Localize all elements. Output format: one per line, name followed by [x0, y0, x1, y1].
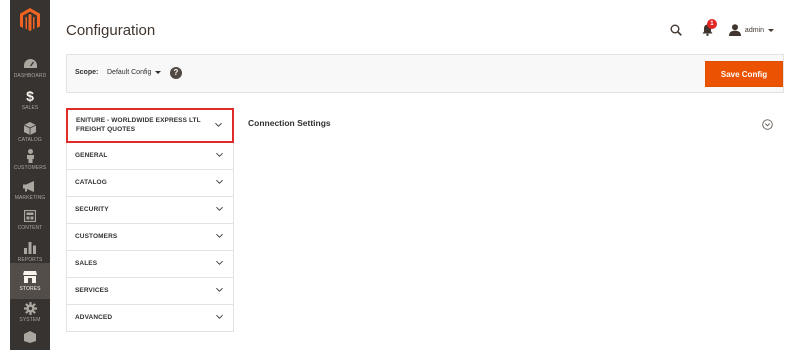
- section-title-connection-settings[interactable]: Connection Settings: [248, 118, 331, 128]
- help-icon[interactable]: ?: [170, 67, 182, 79]
- chevron-down-icon: [216, 179, 223, 184]
- tab-catalog[interactable]: CATALOG: [66, 170, 234, 197]
- speedometer-icon: [23, 57, 37, 71]
- chevron-down-icon: [216, 233, 223, 238]
- notification-badge: 1: [706, 19, 717, 29]
- tab-customers[interactable]: CUSTOMERS: [66, 224, 234, 251]
- tab-advanced[interactable]: ADVANCED: [66, 305, 234, 332]
- chevron-down-icon: [216, 287, 223, 292]
- notifications-button[interactable]: 1: [701, 19, 717, 37]
- nav-label-content: CONTENT: [17, 225, 43, 231]
- tab-services[interactable]: SERVICES: [66, 278, 234, 305]
- magento-logo[interactable]: [10, 0, 50, 40]
- tab-label: SECURITY: [75, 205, 109, 213]
- user-icon: [728, 24, 741, 36]
- tab-label: ADVANCED: [75, 313, 113, 321]
- nav-label-marketing: MARKETING: [14, 195, 46, 201]
- chevron-down-icon: [216, 206, 223, 211]
- megaphone-icon: [23, 179, 37, 193]
- nav-item-content[interactable]: CONTENT: [10, 202, 50, 238]
- search-icon[interactable]: [669, 23, 683, 37]
- header-actions: 1 admin: [669, 19, 774, 39]
- chevron-down-icon: [215, 122, 222, 127]
- store-icon: [23, 270, 37, 284]
- nav-label-system: SYSTEM: [19, 317, 41, 323]
- nav-item-partial[interactable]: [10, 326, 50, 350]
- tab-general[interactable]: GENERAL: [66, 143, 234, 170]
- nav-item-sales[interactable]: $ SALES: [10, 82, 50, 118]
- save-config-button[interactable]: Save Config: [705, 61, 783, 87]
- tab-sales[interactable]: SALES: [66, 251, 234, 278]
- nav-label-stores: STORES: [19, 286, 41, 292]
- bar-chart-icon: [23, 241, 37, 255]
- nav-item-dashboard[interactable]: DASHBOARD: [10, 50, 50, 86]
- scope-label: Scope:: [75, 69, 99, 76]
- nav-label-sales: SALES: [21, 105, 39, 111]
- tab-eniture-worldwide-express[interactable]: ENITURE - WORLDWIDE EXPRESS LTL FREIGHT …: [66, 108, 234, 143]
- user-name: admin: [744, 26, 764, 34]
- gear-icon: [23, 301, 37, 315]
- nav-label-dashboard: DASHBOARD: [13, 73, 47, 79]
- cube-icon: [23, 121, 37, 135]
- user-menu[interactable]: admin: [728, 24, 774, 36]
- config-tabs: ENITURE - WORLDWIDE EXPRESS LTL FREIGHT …: [66, 108, 234, 332]
- tab-security[interactable]: SECURITY: [66, 197, 234, 224]
- scope-value: Default Config: [107, 69, 152, 76]
- svg-text:$: $: [26, 89, 34, 103]
- chevron-down-icon: [216, 260, 223, 265]
- nav-item-system[interactable]: SYSTEM: [10, 294, 50, 330]
- box-icon: [23, 330, 37, 344]
- tab-label: SALES: [75, 259, 98, 267]
- caret-down-icon: [155, 71, 162, 74]
- tab-label: CATALOG: [75, 178, 107, 186]
- tab-label: CUSTOMERS: [75, 232, 118, 240]
- tab-label: ENITURE - WORLDWIDE EXPRESS LTL FREIGHT …: [76, 116, 201, 133]
- scope-bar: Scope: Default Config ? Save Config: [66, 54, 784, 93]
- dollar-icon: $: [23, 89, 37, 103]
- person-icon: [23, 149, 37, 163]
- nav-label-customers: CUSTOMERS: [13, 165, 47, 171]
- scope-switcher[interactable]: Default Config: [107, 69, 162, 76]
- tab-label: GENERAL: [75, 151, 108, 159]
- chevron-down-icon: [216, 314, 223, 319]
- tab-label: SERVICES: [75, 286, 109, 294]
- expand-section-icon[interactable]: [762, 119, 773, 130]
- layout-icon: [23, 209, 37, 223]
- chevron-down-icon: [216, 152, 223, 157]
- chevron-down-icon: [768, 28, 774, 32]
- admin-sidebar: DASHBOARD $ SALES CATALOG CUSTOMERS MARK…: [10, 0, 50, 350]
- page-title: Configuration: [66, 22, 156, 39]
- magento-logo-icon: [20, 8, 40, 31]
